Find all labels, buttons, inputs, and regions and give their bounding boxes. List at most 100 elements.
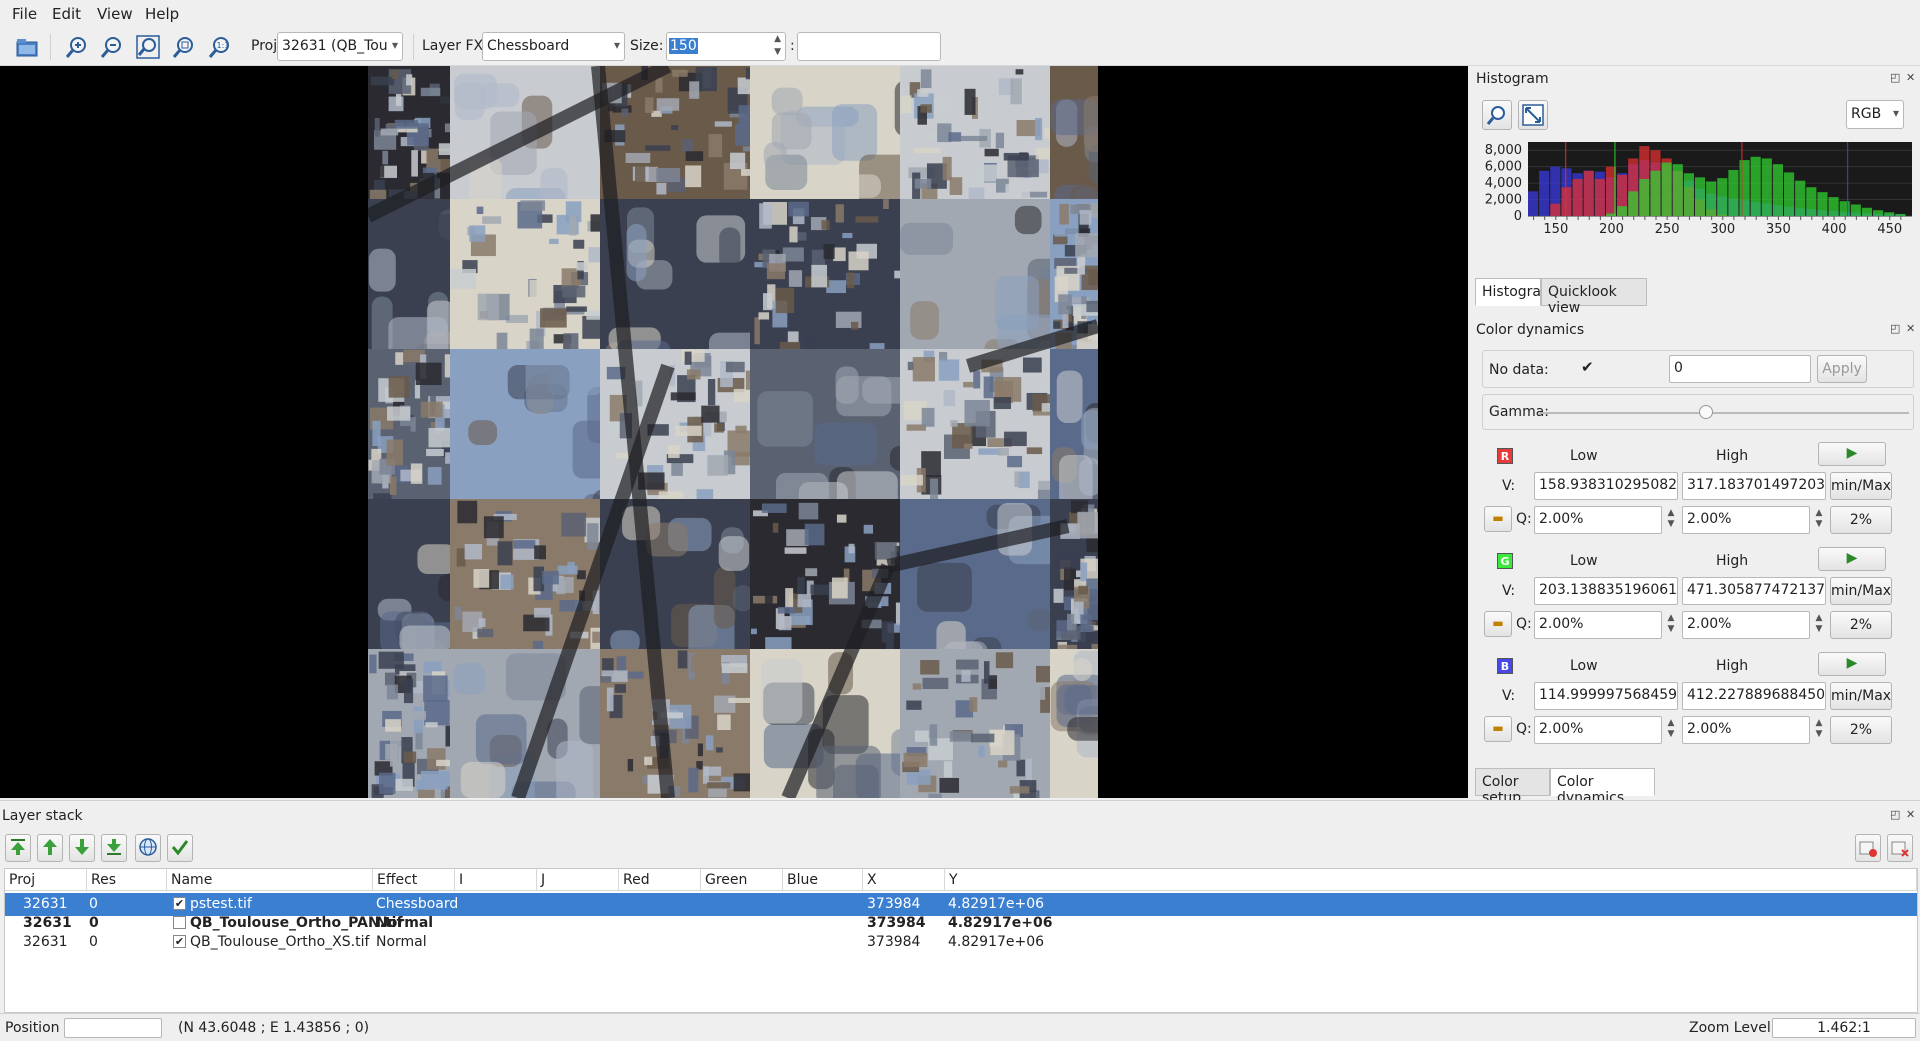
size-input[interactable]: 150 ▲ ▼	[666, 32, 786, 61]
column-header[interactable]: Red	[619, 869, 701, 891]
apply-button[interactable]: Apply	[1817, 355, 1867, 383]
tab-color-dynamics[interactable]: Color dynamics	[1550, 768, 1655, 806]
low-quantile-input[interactable]: 2.00%	[1534, 506, 1662, 534]
y-tick-label: 8,000	[1485, 143, 1522, 158]
menu-edit[interactable]: Edit	[52, 5, 81, 23]
tab-histogram[interactable]: Histogram	[1475, 278, 1555, 306]
zoom-out-icon[interactable]	[97, 32, 127, 62]
apply-channel-button[interactable]: ▶	[1818, 652, 1886, 676]
zoom-extent-icon[interactable]	[133, 32, 163, 62]
no-data-input[interactable]: 0	[1669, 355, 1811, 383]
column-header[interactable]: Name	[167, 869, 373, 891]
apply-channel-button[interactable]: ▶	[1818, 547, 1886, 571]
high-value-input[interactable]: 471.305877472137	[1682, 577, 1826, 605]
high-value-input[interactable]: 412.227889688450	[1682, 682, 1826, 710]
visibility-checkbox[interactable]	[173, 916, 186, 929]
two-percent-button[interactable]: 2%	[1830, 506, 1892, 534]
image-texture	[428, 427, 453, 448]
apply-channel-button[interactable]: ▶	[1818, 442, 1886, 466]
column-header[interactable]: Res	[87, 869, 167, 891]
dock-float-icon[interactable]: ◰	[1890, 322, 1900, 335]
delete-layer-icon[interactable]	[1855, 834, 1881, 862]
image-texture	[561, 512, 587, 537]
minmax-button[interactable]: min/Max	[1830, 682, 1892, 710]
high-quantile-input[interactable]: 2.00%	[1682, 611, 1810, 639]
high-value-input[interactable]: 317.183701497203	[1682, 472, 1826, 500]
column-header[interactable]: Effect	[373, 869, 455, 891]
spin-arrows-icon[interactable]: ▲ ▼	[1664, 718, 1678, 740]
low-quantile-input[interactable]: 2.00%	[1534, 611, 1662, 639]
visibility-checkbox[interactable]: ✔	[173, 897, 186, 910]
image-texture	[688, 767, 699, 793]
minmax-button[interactable]: min/Max	[1830, 577, 1892, 605]
link-icon[interactable]: ▬	[1484, 611, 1512, 637]
apply-check-icon[interactable]	[167, 834, 193, 862]
menu-view[interactable]: View	[97, 5, 133, 23]
close-icon[interactable]: ✕	[1906, 71, 1915, 84]
image-texture	[900, 95, 912, 114]
spin-arrows-icon[interactable]: ▲ ▼	[1664, 613, 1678, 635]
high-quantile-input[interactable]: 2.00%	[1682, 716, 1810, 744]
column-header[interactable]: Blue	[783, 869, 863, 891]
tab-quicklook[interactable]: Quicklook view	[1541, 278, 1647, 316]
image-texture	[370, 76, 395, 86]
zoom-in-icon[interactable]	[62, 32, 92, 62]
low-value-input[interactable]: 203.138835196061	[1534, 577, 1678, 605]
image-texture	[645, 522, 688, 557]
link-icon[interactable]: ▬	[1484, 716, 1512, 742]
low-value-input[interactable]: 158.938310295082	[1534, 472, 1678, 500]
column-header[interactable]: Green	[701, 869, 783, 891]
table-row[interactable]: 32631 0 ✔ QB_Toulouse_Ortho_XS.tif Norma…	[5, 931, 1917, 954]
histogram-mode-combo[interactable]: RGB ▾	[1846, 100, 1904, 129]
column-header[interactable]: X	[863, 869, 945, 891]
no-data-checkbox[interactable]: ✔	[1581, 358, 1594, 376]
image-view[interactable]	[0, 66, 1468, 798]
move-up-icon[interactable]	[37, 834, 63, 862]
column-header[interactable]: I	[455, 869, 537, 891]
zoom-hist-icon[interactable]	[1482, 100, 1512, 130]
spin-arrows-icon[interactable]: ▲ ▼	[774, 33, 781, 59]
spin-arrows-icon[interactable]: ▲ ▼	[1812, 508, 1826, 530]
proj-combo[interactable]: 32631 (QB_Tou ▾	[277, 32, 403, 61]
column-header[interactable]: J	[537, 869, 619, 891]
dock-float-icon[interactable]: ◰	[1890, 71, 1900, 84]
high-quantile-input[interactable]: 2.00%	[1682, 506, 1810, 534]
dock-float-icon[interactable]: ◰	[1890, 808, 1900, 821]
zoom-full-res-icon[interactable]: 1:1	[205, 32, 235, 62]
image-texture	[831, 577, 848, 599]
image-texture	[386, 684, 399, 700]
gamma-slider-handle[interactable]	[1698, 405, 1713, 419]
move-down-icon[interactable]	[69, 834, 95, 862]
histogram-bar	[1784, 172, 1795, 216]
low-quantile-input[interactable]: 2.00%	[1534, 716, 1662, 744]
open-icon[interactable]	[12, 32, 42, 62]
move-top-icon[interactable]	[5, 834, 31, 862]
spin-arrows-icon[interactable]: ▲ ▼	[1812, 613, 1826, 635]
close-icon[interactable]: ✕	[1906, 808, 1915, 821]
layer-fx-combo[interactable]: Chessboard ▾	[482, 32, 625, 61]
column-header[interactable]: Y	[945, 869, 1917, 891]
close-icon[interactable]: ✕	[1906, 322, 1915, 335]
visibility-checkbox[interactable]: ✔	[173, 935, 186, 948]
spin-arrows-icon[interactable]: ▲ ▼	[1664, 508, 1678, 530]
fit-hist-icon[interactable]	[1518, 100, 1548, 130]
move-bottom-icon[interactable]	[101, 834, 127, 862]
minmax-button[interactable]: min/Max	[1830, 472, 1892, 500]
channel-group-r: R Low High ▶ V: 158.938310295082 317.183…	[1482, 442, 1914, 538]
tab-color-setup[interactable]: Color setup	[1475, 768, 1550, 806]
column-header[interactable]: Proj	[5, 869, 87, 891]
image-texture	[644, 756, 653, 766]
gamma-slider-track[interactable]	[1539, 412, 1909, 414]
menu-file[interactable]: File	[12, 5, 37, 23]
spin-arrows-icon[interactable]: ▲ ▼	[1812, 718, 1826, 740]
menu-help[interactable]: Help	[145, 5, 179, 23]
image-texture	[787, 331, 799, 343]
size-secondary-input[interactable]	[797, 32, 941, 61]
two-percent-button[interactable]: 2%	[1830, 716, 1892, 744]
zoom-layer-icon[interactable]	[169, 32, 199, 62]
delete-all-icon[interactable]	[1887, 834, 1913, 862]
two-percent-button[interactable]: 2%	[1830, 611, 1892, 639]
low-value-input[interactable]: 114.999997568459	[1534, 682, 1678, 710]
link-icon[interactable]: ▬	[1484, 506, 1512, 532]
globe-icon[interactable]	[135, 834, 161, 862]
